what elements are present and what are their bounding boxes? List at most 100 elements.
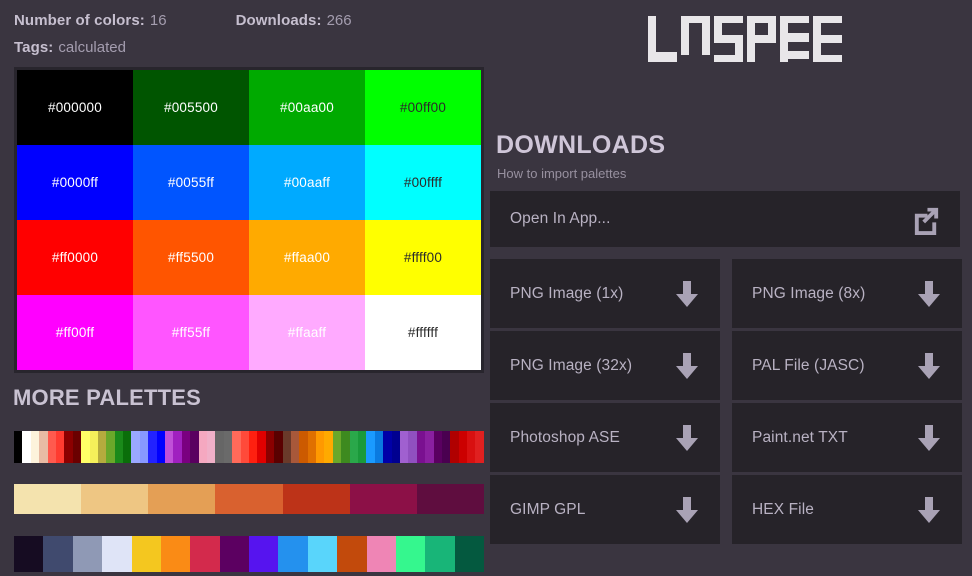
color-swatch[interactable]: #0000ff <box>17 145 133 220</box>
color-swatch[interactable]: #ff00ff <box>17 295 133 370</box>
related-palette-color <box>399 431 409 463</box>
related-palette-color <box>248 431 258 463</box>
related-palette-color <box>467 431 476 463</box>
color-swatch[interactable]: #ffaa00 <box>249 220 365 295</box>
color-swatch[interactable]: #ffaaff <box>249 295 365 370</box>
color-swatch-hex-label: #ff00ff <box>55 325 95 340</box>
related-palette-color <box>206 431 216 463</box>
related-palette-color <box>198 431 207 463</box>
color-swatch-hex-label: #0000ff <box>51 175 99 190</box>
related-palette-color <box>278 536 308 572</box>
related-palette-color <box>416 431 426 463</box>
related-palette-color <box>366 431 375 463</box>
download-button-paintnet-txt[interactable]: Paint.net TXT <box>732 403 962 472</box>
related-palette-color <box>81 484 149 514</box>
related-palette-color <box>240 431 249 463</box>
metadata-row-tags: Tags: calculated <box>14 39 352 66</box>
related-palette-strip[interactable] <box>14 536 484 572</box>
download-button-gimp-gpl[interactable]: GIMP GPL <box>490 475 720 544</box>
related-palette-color <box>14 536 44 572</box>
palette-detail-page: Number of colors: 16 Downloads: 266 Tags… <box>0 0 972 576</box>
color-swatch-hex-label: #0055ff <box>167 175 215 190</box>
download-button-png-8x[interactable]: PNG Image (8x) <box>732 259 962 328</box>
color-swatch[interactable]: #00ff00 <box>365 70 481 145</box>
download-arrow-icon <box>914 278 944 310</box>
tags-value[interactable]: calculated <box>58 39 126 56</box>
lospec-logo[interactable] <box>648 16 842 62</box>
download-arrow-icon <box>914 422 944 454</box>
related-palette-color <box>72 536 103 572</box>
related-palette-color <box>257 431 266 463</box>
download-button-png-1x[interactable]: PNG Image (1x) <box>490 259 720 328</box>
download-button-photoshop-ase[interactable]: Photoshop ASE <box>490 403 720 472</box>
related-palette-color <box>131 431 140 463</box>
related-palette-color <box>274 431 283 463</box>
related-palette-color <box>324 431 333 463</box>
related-palette-color <box>232 431 241 463</box>
related-palette-color <box>307 431 317 463</box>
color-swatch[interactable]: #ff5500 <box>133 220 249 295</box>
related-palette-color <box>433 431 442 463</box>
color-swatch-hex-label: #00ff00 <box>399 100 447 115</box>
download-arrow-icon <box>672 494 702 526</box>
related-palette-color <box>290 431 300 463</box>
related-palette-color <box>416 484 484 514</box>
download-button-label: PNG Image (1x) <box>510 284 624 302</box>
downloads-count-label: Downloads: <box>235 12 322 29</box>
related-palette-color <box>454 536 484 572</box>
color-swatch[interactable]: #ffffff <box>365 295 481 370</box>
color-swatch-hex-label: #ffaa00 <box>283 250 331 265</box>
related-palette-color <box>131 536 161 572</box>
palette-swatch-grid: #000000 #005500 #00aa00 #00ff00 #0000ff #0055… <box>14 67 484 373</box>
download-button-hex-file[interactable]: HEX File <box>732 475 962 544</box>
download-button-label: HEX File <box>752 500 814 518</box>
how-to-import-link[interactable]: How to import palettes <box>497 166 626 181</box>
number-of-colors-value: 16 <box>149 12 167 29</box>
lospec-logo-letter <box>648 16 677 62</box>
related-palette-color <box>55 431 65 463</box>
open-in-app-button[interactable]: Open In App... <box>490 191 960 247</box>
related-palette-color <box>89 431 98 463</box>
download-arrow-icon <box>672 278 702 310</box>
color-swatch[interactable]: #00aa00 <box>249 70 365 145</box>
download-arrow-icon <box>672 422 702 454</box>
related-palette-color <box>156 431 166 463</box>
related-palette-color <box>337 536 367 572</box>
color-swatch[interactable]: #ff0000 <box>17 220 133 295</box>
download-arrow-icon <box>914 350 944 382</box>
color-swatch[interactable]: #005500 <box>133 70 249 145</box>
related-palette-color <box>299 431 308 463</box>
related-palette-color <box>282 431 291 463</box>
color-swatch-hex-label: #00ffff <box>403 175 443 190</box>
color-swatch[interactable]: #ffff00 <box>365 220 481 295</box>
download-button-label: Photoshop ASE <box>510 428 620 446</box>
related-palette-color <box>114 431 124 463</box>
download-button-label: Paint.net TXT <box>752 428 848 446</box>
download-button-label: PAL File (JASC) <box>752 356 865 374</box>
download-button-pal-jasc[interactable]: PAL File (JASC) <box>732 331 962 400</box>
related-palette-color <box>190 431 199 463</box>
color-swatch[interactable]: #00aaff <box>249 145 365 220</box>
download-button-png-32x[interactable]: PNG Image (32x) <box>490 331 720 400</box>
related-palette-color <box>391 431 400 463</box>
related-palette-color <box>395 536 426 572</box>
related-palette-strip[interactable] <box>14 484 484 514</box>
related-palette-color <box>458 431 468 463</box>
related-palette-color <box>190 536 220 572</box>
related-palette-color <box>181 431 191 463</box>
related-palette-color <box>425 431 434 463</box>
color-swatch[interactable]: #000000 <box>17 70 133 145</box>
related-palette-color <box>64 431 73 463</box>
color-swatch[interactable]: #0055ff <box>133 145 249 220</box>
color-swatch[interactable]: #00ffff <box>365 145 481 220</box>
color-swatch[interactable]: #ff55ff <box>133 295 249 370</box>
related-palette-color <box>14 431 23 463</box>
related-palette-color <box>450 431 459 463</box>
downloads-heading: DOWNLOADS <box>496 131 666 159</box>
related-palette-color <box>106 431 115 463</box>
related-palette-color <box>441 431 451 463</box>
related-palette-strip[interactable] <box>14 431 484 463</box>
related-palette-color <box>307 536 338 572</box>
metadata-row-top: Number of colors: 16 Downloads: 266 <box>14 12 352 39</box>
color-swatch-hex-label: #ff5500 <box>167 250 215 265</box>
